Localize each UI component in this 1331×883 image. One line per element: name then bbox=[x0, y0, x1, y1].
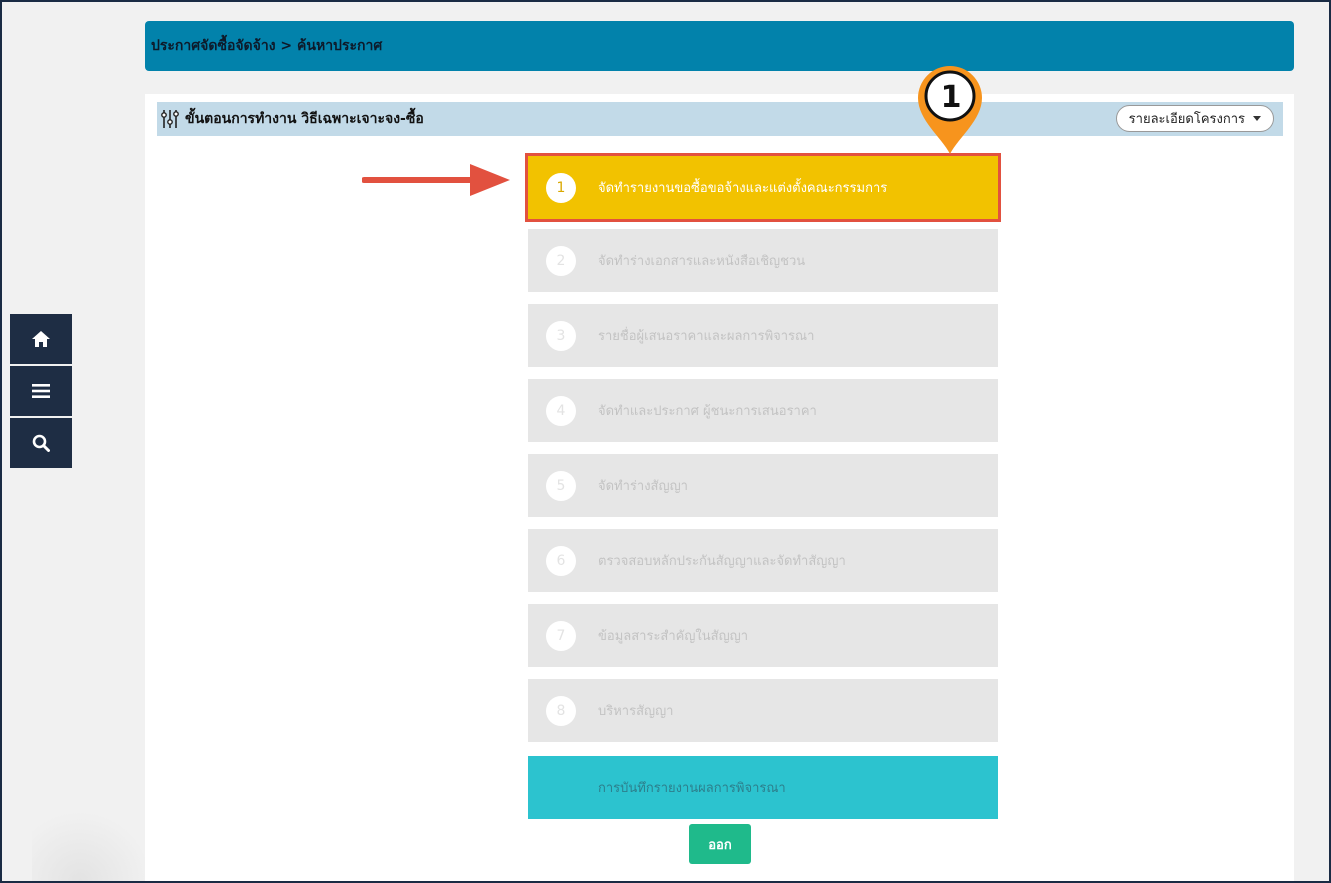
step-label: รายชื่อผู้เสนอราคาและผลการพิจารณา bbox=[598, 329, 815, 344]
step-label: จัดทำและประกาศ ผู้ชนะการเสนอราคา bbox=[598, 404, 817, 419]
search-button[interactable] bbox=[10, 418, 72, 468]
step-number: 8 bbox=[546, 695, 576, 726]
steps-panel: ขั้นตอนการทำงาน วิธีเฉพาะเจาะจง-ซื้อ ราย… bbox=[145, 94, 1294, 881]
caret-down-icon bbox=[1253, 116, 1261, 121]
step-2-button[interactable]: 2 จัดทำร่างเอกสารและหนังสือเชิญชวน bbox=[528, 229, 998, 292]
step-number: 6 bbox=[546, 545, 576, 576]
step-label: จัดทำรายงานขอซื้อขอจ้างและแต่งตั้งคณะกรร… bbox=[598, 181, 888, 196]
step-label: ข้อมูลสาระสำคัญในสัญญา bbox=[598, 629, 749, 644]
step-number: 3 bbox=[546, 320, 576, 351]
step-number: 2 bbox=[546, 245, 576, 276]
step-label: บริหารสัญญา bbox=[598, 704, 674, 719]
home-icon bbox=[32, 331, 50, 347]
step-number: 4 bbox=[546, 395, 576, 426]
breadcrumb-text: ประกาศจัดซื้อจัดจ้าง > ค้นหาประกาศ bbox=[151, 38, 383, 54]
annotation-number: 1 bbox=[940, 79, 962, 115]
record-result-button[interactable]: การบันทึกรายงานผลการพิจารณา bbox=[528, 756, 998, 819]
side-nav bbox=[10, 314, 72, 470]
step-7-button[interactable]: 7 ข้อมูลสาระสำคัญในสัญญา bbox=[528, 604, 998, 667]
project-detail-label: รายละเอียดโครงการ bbox=[1128, 112, 1245, 127]
exit-button[interactable]: ออก bbox=[689, 824, 751, 864]
step-6-button[interactable]: 6 ตรวจสอบหลักประกันสัญญาและจัดทำสัญญา bbox=[528, 529, 998, 592]
step-label: จัดทำร่างสัญญา bbox=[598, 479, 688, 494]
step-number: 7 bbox=[546, 620, 576, 651]
step-number: 1 bbox=[546, 172, 576, 203]
project-detail-dropdown[interactable]: รายละเอียดโครงการ bbox=[1115, 105, 1274, 132]
menu-icon bbox=[32, 384, 50, 398]
step-4-button[interactable]: 4 จัดทำและประกาศ ผู้ชนะการเสนอราคา bbox=[528, 379, 998, 442]
search-icon bbox=[32, 434, 50, 452]
sliders-icon bbox=[161, 110, 179, 128]
steps-header: ขั้นตอนการทำงาน วิธีเฉพาะเจาะจง-ซื้อ ราย… bbox=[157, 102, 1283, 136]
background-decoration bbox=[32, 811, 152, 881]
menu-button[interactable] bbox=[10, 366, 72, 416]
home-button[interactable] bbox=[10, 314, 72, 364]
step-5-button[interactable]: 5 จัดทำร่างสัญญา bbox=[528, 454, 998, 517]
step-3-button[interactable]: 3 รายชื่อผู้เสนอราคาและผลการพิจารณา bbox=[528, 304, 998, 367]
step-label: จัดทำร่างเอกสารและหนังสือเชิญชวน bbox=[598, 254, 806, 269]
steps-header-title: ขั้นตอนการทำงาน วิธีเฉพาะเจาะจง-ซื้อ bbox=[185, 111, 424, 127]
step-8-button[interactable]: 8 บริหารสัญญา bbox=[528, 679, 998, 742]
annotation-arrow-icon bbox=[362, 164, 510, 196]
record-result-label: การบันทึกรายงานผลการพิจารณา bbox=[598, 781, 786, 796]
step-label: ตรวจสอบหลักประกันสัญญาและจัดทำสัญญา bbox=[598, 554, 846, 569]
breadcrumb: ประกาศจัดซื้อจัดจ้าง > ค้นหาประกาศ bbox=[145, 21, 1294, 71]
browser-frame: ประกาศจัดซื้อจัดจ้าง > ค้นหาประกาศ ขั้นต… bbox=[0, 0, 1331, 883]
step-number: 5 bbox=[546, 470, 576, 501]
step-1-button[interactable]: 1 จัดทำรายงานขอซื้อขอจ้างและแต่งตั้งคณะก… bbox=[525, 153, 1001, 222]
